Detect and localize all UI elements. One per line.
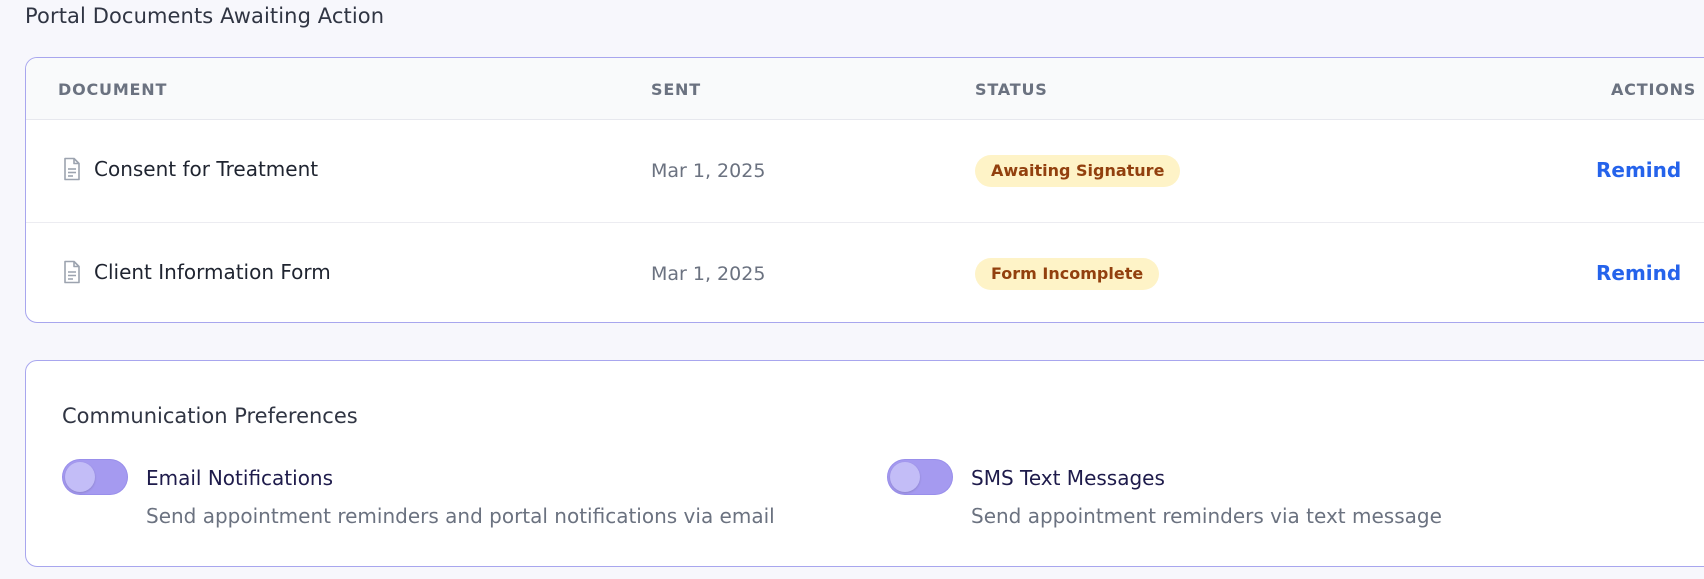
page: Portal Documents Awaiting Action DOCUMEN… — [0, 0, 1704, 579]
status-badge: Form Incomplete — [975, 258, 1160, 290]
communication-preferences-title: Communication Preferences — [62, 404, 358, 428]
table-row: Client Information Form Mar 1, 2025 Form… — [26, 223, 1704, 322]
table-row: Consent for Treatment Mar 1, 2025 Awaiti… — [26, 120, 1704, 223]
sms-text-messages-label: SMS Text Messages — [971, 466, 1165, 490]
column-header-sent: SENT — [651, 80, 701, 99]
status-badge: Awaiting Signature — [975, 155, 1181, 187]
document-icon — [64, 260, 80, 284]
toggle-knob — [890, 462, 920, 492]
column-header-status: STATUS — [975, 80, 1048, 99]
toggle-knob — [65, 462, 95, 492]
column-header-document: DOCUMENT — [58, 80, 168, 99]
sent-date: Mar 1, 2025 — [651, 160, 766, 182]
sms-text-messages-toggle[interactable] — [887, 459, 953, 495]
document-icon — [64, 157, 80, 181]
email-notifications-description: Send appointment reminders and portal no… — [146, 504, 775, 528]
document-cell: Client Information Form — [62, 260, 331, 284]
document-name: Client Information Form — [94, 260, 331, 284]
table-header: DOCUMENT SENT STATUS ACTIONS — [26, 58, 1704, 120]
section-title-portal-documents: Portal Documents Awaiting Action — [25, 4, 385, 28]
remind-button[interactable]: Remind — [1596, 261, 1681, 285]
remind-button[interactable]: Remind — [1596, 158, 1681, 182]
email-notifications-toggle[interactable] — [62, 459, 128, 495]
portal-documents-table: DOCUMENT SENT STATUS ACTIONS Consent for… — [25, 57, 1704, 323]
sms-text-messages-description: Send appointment reminders via text mess… — [971, 504, 1442, 528]
email-notifications-label: Email Notifications — [146, 466, 334, 490]
column-header-actions: ACTIONS — [1611, 80, 1697, 99]
document-cell: Consent for Treatment — [62, 157, 318, 181]
document-name: Consent for Treatment — [94, 157, 319, 181]
communication-preferences-card: Communication Preferences Email Notifica… — [25, 360, 1704, 567]
sent-date: Mar 1, 2025 — [651, 263, 766, 285]
